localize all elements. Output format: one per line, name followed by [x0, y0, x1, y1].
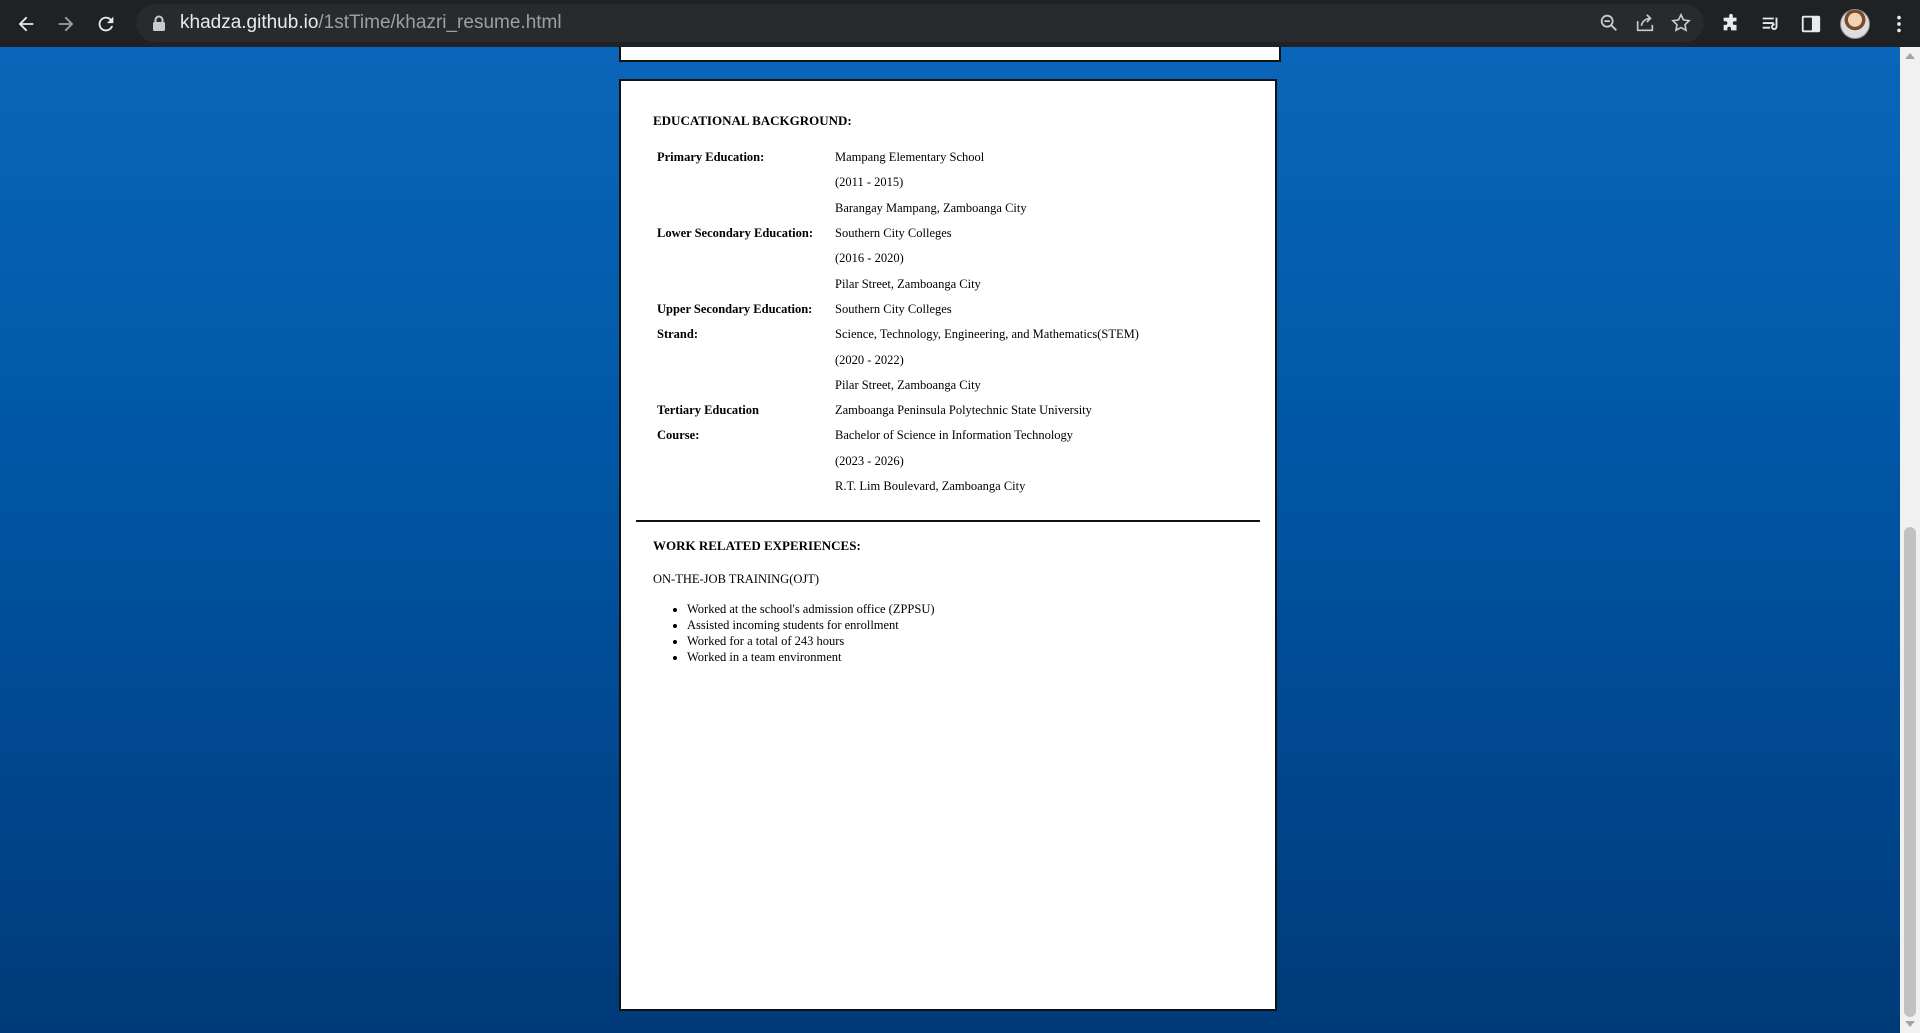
row-label [657, 373, 835, 398]
lock-icon[interactable] [152, 15, 166, 31]
page-viewport: EDUCATIONAL BACKGROUND: Primary Educatio… [0, 47, 1900, 1033]
row-label: Tertiary Education [657, 403, 759, 418]
profile-avatar[interactable] [1840, 8, 1870, 39]
reload-button[interactable] [86, 4, 126, 44]
bookmark-star-icon[interactable] [1670, 12, 1692, 34]
row-value: Southern City Colleges [835, 226, 952, 241]
reading-list-icon[interactable] [1760, 13, 1782, 35]
row-label [657, 271, 835, 296]
ojt-subtitle: ON-THE-JOB TRAINING(OJT) [653, 572, 820, 586]
row-value: (2023 - 2026) [835, 453, 904, 468]
url-text[interactable]: khadza.github.io/1stTime/khazri_resume.h… [180, 12, 562, 34]
table-row: (2020 - 2022) [657, 347, 1139, 372]
extensions-icon[interactable] [1720, 13, 1742, 35]
url-host: khadza.github.io [180, 12, 319, 33]
row-label [657, 449, 835, 474]
previous-card-bottom [619, 47, 1281, 62]
row-label: Lower Secondary Education: [657, 226, 814, 241]
row-label: Primary Education: [657, 150, 765, 165]
scroll-up-arrow[interactable] [1905, 53, 1915, 59]
table-row: (2023 - 2026) [657, 449, 1139, 474]
table-row: Course: Bachelor of Science in Informatio… [657, 423, 1139, 448]
row-label: Upper Secondary Education: [657, 301, 813, 316]
zoom-icon[interactable] [1598, 12, 1620, 34]
row-value: (2011 - 2015) [835, 175, 904, 190]
vertical-scrollbar[interactable] [1900, 47, 1920, 1033]
row-value: Mampang Elementary School [835, 150, 985, 165]
education-title: EDUCATIONAL BACKGROUND: [653, 113, 852, 128]
resume-card: EDUCATIONAL BACKGROUND: Primary Educatio… [619, 79, 1277, 1011]
reload-icon [98, 16, 114, 31]
row-value: Science, Technology, Engineering, and Ma… [835, 327, 1139, 342]
work-section: WORK RELATED EXPERIENCES: ON-THE-JOB TRA… [653, 538, 1243, 665]
row-value: Southern City Colleges [835, 301, 952, 316]
row-value: Zamboanga Peninsula Polytechnic State Un… [835, 403, 1092, 418]
row-value: (2020 - 2022) [835, 352, 904, 367]
list-item: Assisted incoming students for enrollmen… [687, 617, 1243, 633]
forward-button[interactable] [46, 4, 86, 44]
row-label: Strand: [657, 327, 698, 342]
table-row: Lower Secondary Education: Southern City … [657, 221, 1139, 246]
row-label [657, 196, 835, 221]
table-row: R.T. Lim Boulevard, Zamboanga City [657, 474, 1139, 499]
table-row: Tertiary Education Zamboanga Peninsula Po… [657, 398, 1139, 423]
row-label [657, 347, 835, 372]
table-row: Pilar Street, Zamboanga City [657, 373, 1139, 398]
table-row: Barangay Mampang, Zamboanga City [657, 196, 1139, 221]
scroll-thumb[interactable] [1904, 527, 1916, 1017]
ojt-task-list: Worked at the school's admission office … [653, 601, 1243, 665]
row-label: Course: [657, 428, 700, 443]
row-value: Bachelor of Science in Information Techn… [835, 428, 1074, 443]
table-row: Upper Secondary Education: Southern City … [657, 297, 1139, 322]
address-bar[interactable]: khadza.github.io/1stTime/khazri_resume.h… [136, 4, 1704, 42]
share-icon[interactable] [1634, 12, 1656, 34]
list-item: Worked in a team environment [687, 649, 1243, 665]
scroll-down-arrow[interactable] [1905, 1021, 1915, 1027]
list-item: Worked for a total of 243 hours [687, 633, 1243, 649]
menu-kebab-icon[interactable] [1888, 13, 1910, 35]
browser-toolbar: khadza.github.io/1stTime/khazri_resume.h… [0, 0, 1920, 47]
education-section: EDUCATIONAL BACKGROUND: Primary Educatio… [653, 113, 1243, 499]
table-row: Primary Education: Mampang Elementary Sch… [657, 145, 1139, 170]
list-item: Worked at the school's admission office … [687, 601, 1243, 617]
education-table: Primary Education: Mampang Elementary Sch… [657, 145, 1139, 499]
table-row: (2016 - 2020) [657, 246, 1139, 271]
url-path: /1stTime/khazri_resume.html [318, 12, 562, 33]
side-panel-icon[interactable] [1800, 13, 1822, 35]
back-button[interactable] [6, 4, 46, 44]
row-label [657, 474, 835, 499]
row-label [657, 170, 835, 195]
row-value: Pilar Street, Zamboanga City [835, 377, 981, 392]
row-value: (2016 - 2020) [835, 251, 904, 266]
row-value: Barangay Mampang, Zamboanga City [835, 200, 1027, 215]
row-value: Pilar Street, Zamboanga City [835, 276, 981, 291]
table-row: (2011 - 2015) [657, 170, 1139, 195]
section-divider [636, 520, 1260, 522]
row-label [657, 246, 835, 271]
table-row: Strand: Science, Technology, Engineering,… [657, 322, 1139, 347]
table-row: Pilar Street, Zamboanga City [657, 271, 1139, 296]
work-title: WORK RELATED EXPERIENCES: [653, 538, 861, 553]
arrow-left-icon [18, 16, 34, 31]
row-value: R.T. Lim Boulevard, Zamboanga City [835, 479, 1026, 493]
arrow-right-icon [58, 16, 74, 31]
